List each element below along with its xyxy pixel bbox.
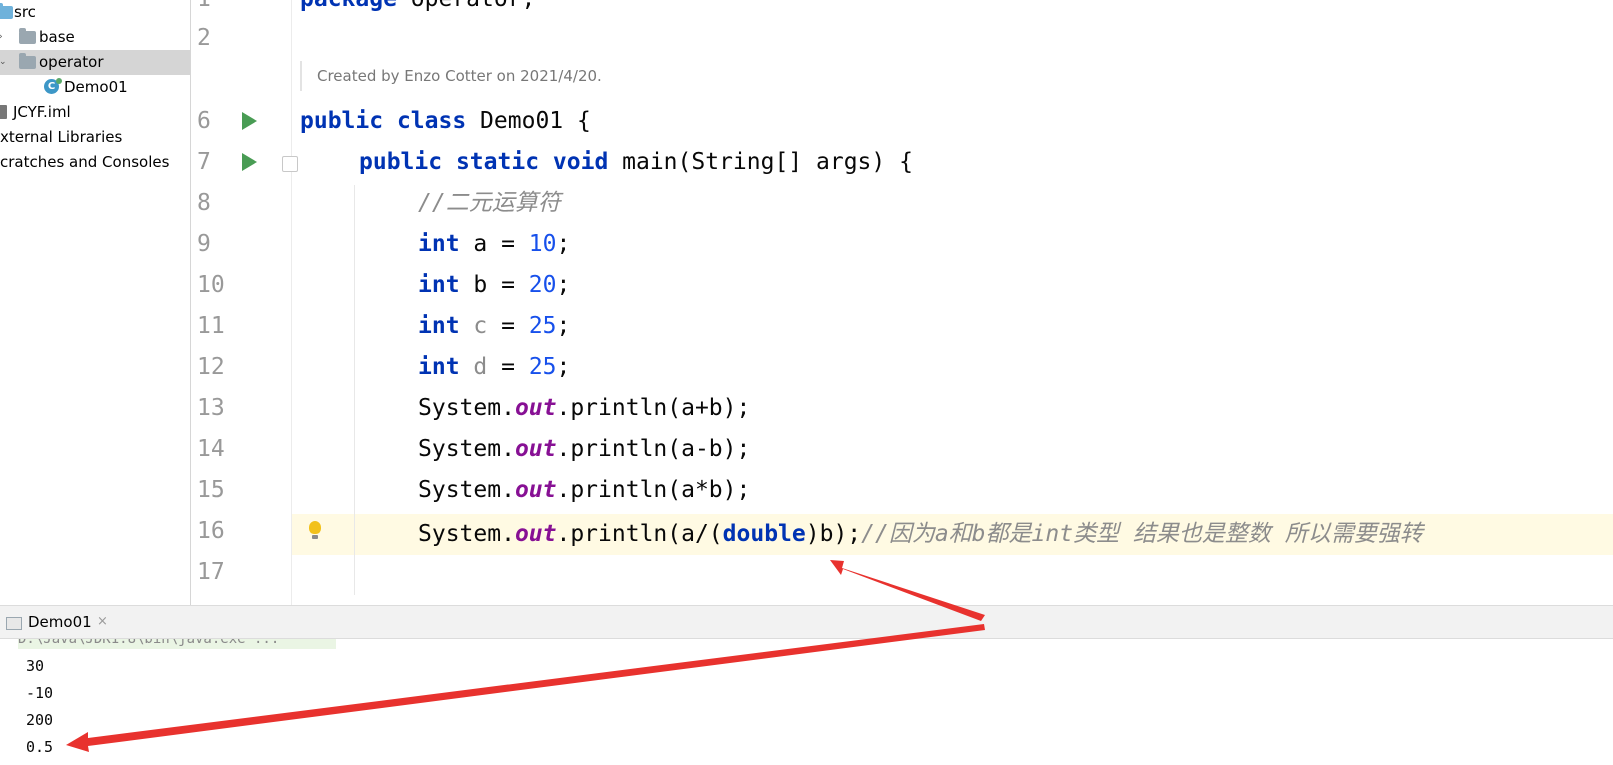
line-number: 13 <box>197 395 225 421</box>
indent-guide <box>354 185 355 595</box>
line-number: 12 <box>197 354 225 380</box>
code-line-6: public class Demo01 { <box>300 108 591 134</box>
line-number: 16 <box>197 518 225 544</box>
collapsed-doc-comment[interactable]: Created by Enzo Cotter on 2021/4/20. <box>300 61 602 91</box>
code-line-16: System.out.println(a/(double)b);//因为a和b都… <box>418 521 1423 547</box>
line-number: 11 <box>197 313 225 339</box>
java-class-icon: C <box>44 78 62 94</box>
line-number: 6 <box>197 108 211 134</box>
line-number: 7 <box>197 149 211 175</box>
run-class-icon[interactable] <box>242 112 257 130</box>
package-icon <box>19 53 36 69</box>
console-command-line: D:\Java\JDK1.8\bin\java.exe ... <box>18 639 336 649</box>
console-icon <box>6 617 22 630</box>
code-line-12: int d = 25; <box>418 354 571 380</box>
code-line-9: int a = 10; <box>418 231 571 257</box>
console-output-line: 200 <box>26 711 54 729</box>
code-line-7: public static void main(String[] args) { <box>359 149 913 175</box>
project-tree: src › base ⌄ operator C Demo01 JCYF.iml … <box>0 0 191 605</box>
console-output-line: -10 <box>26 684 54 702</box>
chevron-right-icon[interactable]: › <box>0 25 3 50</box>
code-line-11: int c = 25; <box>418 313 571 339</box>
line-number: 17 <box>197 559 225 585</box>
line-number: 14 <box>197 436 225 462</box>
editor-gutter: 1 2 6 7 8 9 10 11 12 13 14 15 16 17 <box>191 0 292 605</box>
code-line-14: System.out.println(a-b); <box>418 436 751 462</box>
console-output-line: 0.5 <box>26 738 54 756</box>
tree-item-base[interactable]: › base <box>0 25 190 50</box>
line-number: 1 <box>197 0 231 20</box>
code-line-15: System.out.println(a*b); <box>418 477 751 503</box>
run-main-icon[interactable] <box>242 153 257 171</box>
tree-item-scratches[interactable]: cratches and Consoles <box>0 150 190 175</box>
line-number: 2 <box>197 25 211 51</box>
tree-item-demo01[interactable]: C Demo01 <box>0 75 190 100</box>
tree-item-operator[interactable]: ⌄ operator <box>0 50 190 75</box>
run-tool-window-header: Demo01 × <box>0 605 1613 639</box>
source-folder-icon <box>0 3 13 19</box>
line-number: 8 <box>197 190 211 216</box>
tree-item-jcyf-iml[interactable]: JCYF.iml <box>0 100 190 125</box>
line-number: 15 <box>197 477 225 503</box>
tree-item-src[interactable]: src <box>0 0 190 25</box>
code-line-10: int b = 20; <box>418 272 571 298</box>
lightbulb-icon[interactable] <box>309 521 321 539</box>
code-line-8: //二元运算符 <box>418 190 561 216</box>
close-icon[interactable]: × <box>97 606 108 638</box>
code-line-13: System.out.println(a+b); <box>418 395 751 421</box>
code-line-1: package operator; <box>300 0 535 20</box>
module-file-icon <box>0 105 7 119</box>
console-output-line: 30 <box>26 657 45 675</box>
fold-marker-icon[interactable] <box>282 156 298 172</box>
line-number: 10 <box>197 272 225 298</box>
run-console[interactable]: D:\Java\JDK1.8\bin\java.exe ... 30 -10 2… <box>0 639 1613 765</box>
tree-item-external-libraries[interactable]: xternal Libraries <box>0 125 190 150</box>
line-number: 9 <box>197 231 211 257</box>
package-icon <box>19 28 36 44</box>
chevron-down-icon[interactable]: ⌄ <box>0 50 7 75</box>
code-editor[interactable]: 1 2 6 7 8 9 10 11 12 13 14 15 16 17 pack… <box>191 0 1613 605</box>
